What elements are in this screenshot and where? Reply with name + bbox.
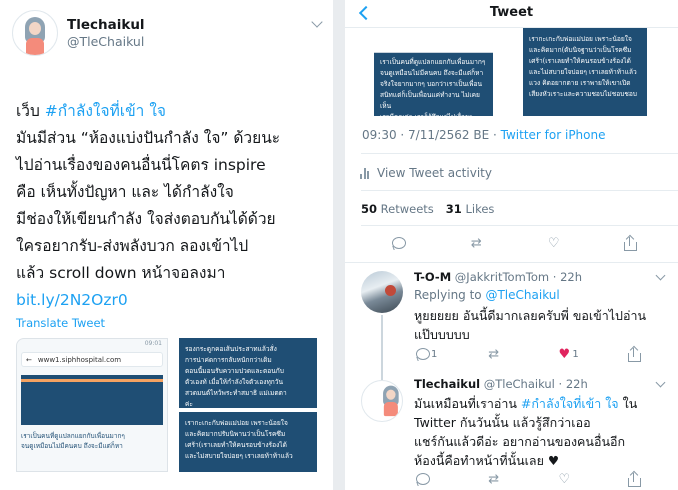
reply-handle-time[interactable]: @TleChaikul · 22h	[484, 377, 588, 391]
tweet-line: ใครอยากรับ-ส่งพลังบวก ลองเข้าไป	[16, 237, 249, 255]
reply-text: มันเหมือนที่เราอ่าน #กำลังใจที่เข้า ใจ ใ…	[414, 394, 672, 470]
url-bar: ← www1.siphhospital.com	[21, 352, 163, 367]
reply-actions: 1 ⇄ ♥ 1	[414, 345, 644, 363]
reply-handle-time[interactable]: @JakkritTomTom · 22h	[455, 270, 582, 284]
reply-tweet[interactable]: T-O-M @JakkritTomTom · 22h Replying to @…	[345, 262, 678, 368]
author-handle: @TleChaikul	[67, 33, 145, 49]
reply-text-part: มันเหมือนที่เราอ่าน	[414, 396, 521, 411]
tweet-actions: ⇄ ♡	[390, 234, 640, 252]
tweet-text: เว็บ #กำลังใจที่เข้า ใจ มันมีส่วน “ห้องแ…	[16, 71, 321, 314]
reply-actions: ⇄ ♡	[414, 470, 644, 488]
tweet-datetime: 09:30 · 7/11/2562 BE ·	[362, 128, 501, 142]
reply-header: T-O-M @JakkritTomTom · 22h	[414, 270, 582, 284]
tweet-image-2[interactable]: รองกระดูกคอเส้นประสาทแล้วสั่ง การน่าค่ดก…	[179, 338, 317, 472]
reply-author-name[interactable]: Tlechaikul	[414, 377, 480, 391]
status-time: 09:01	[144, 340, 162, 347]
share-icon[interactable]	[626, 345, 644, 363]
reply-count: 1	[431, 349, 438, 360]
tweet-image-2[interactable]: เรากะเกะกับพ่อแม่บ่อย เพราะน้อยใจ และคิด…	[523, 28, 647, 116]
tweet-source-link[interactable]: Twitter for iPhone	[501, 128, 606, 142]
divider	[361, 190, 678, 191]
reply-text: หูยยยยย อันนี้ดีมากเลยครับพี่ ขอเข้าไปอ่…	[414, 308, 647, 342]
back-arrow-icon: ←	[26, 355, 32, 364]
image-card-text: รองกระดูกคอเส้นประสาทแล้วสั่ง การน่าค่ดก…	[179, 338, 317, 408]
reply-header: Tlechaikul @TleChaikul · 22h	[414, 377, 588, 391]
tweet-stats: 50 Retweets 31 Likes	[361, 202, 494, 216]
tweet-line: มีช่องให้เขียนกำลัง ใจส่งตอบกันได้ด้วย	[16, 210, 276, 228]
divider	[361, 153, 678, 154]
tweet-image-1[interactable]: เราเป็นคนที่ดูแปลกแยกกับเพื่อนมากๆ จนดูเ…	[374, 28, 493, 116]
avatar[interactable]	[361, 380, 403, 422]
bar-chart-icon	[360, 167, 369, 179]
reply-icon[interactable]: 1	[414, 347, 437, 363]
tweet-detail-right: Tweet เราเป็นคนที่ดูแปลกแยกกับเพื่อนมากๆ…	[345, 0, 678, 490]
replying-to: Replying to @TleChaikul	[414, 288, 560, 302]
thread-line	[381, 315, 383, 368]
liked-heart-icon[interactable]: ♥ 1	[555, 347, 578, 363]
url-text: www1.siphhospital.com	[37, 355, 122, 364]
chevron-down-icon[interactable]	[311, 16, 323, 28]
replying-handle-link[interactable]: @TleChaikul	[485, 288, 559, 302]
view-tweet-activity[interactable]: View Tweet activity	[360, 166, 492, 180]
reply-author-name[interactable]: T-O-M	[414, 270, 451, 284]
tweet-author[interactable]: Tlechaikul @TleChaikul	[12, 10, 145, 56]
screenshot: Tlechaikul @TleChaikul เว็บ #กำลังใจที่เ…	[0, 0, 678, 490]
replying-label: Replying to	[414, 288, 486, 302]
nav-bar: Tweet	[345, 0, 678, 28]
tweet-line: แล้ว scroll down หน้าจอลงมา	[16, 264, 226, 282]
likes-count[interactable]: 31	[446, 202, 462, 216]
chevron-down-icon[interactable]	[655, 377, 666, 388]
tweet-image-1[interactable]: 09:01 ← www1.siphhospital.com เราเป็นคนท…	[16, 338, 168, 472]
retweet-icon[interactable]: ⇄	[485, 347, 503, 363]
translate-tweet-link[interactable]: Translate Tweet	[16, 316, 105, 330]
tweet-detail-left: Tlechaikul @TleChaikul เว็บ #กำลังใจที่เ…	[0, 0, 333, 490]
image-card-text: เรากะเกะกับพ่อแม่บ่อย เพราะน้อยใจ และคิด…	[179, 412, 317, 472]
like-icon[interactable]: ♡	[545, 236, 563, 252]
avatar[interactable]	[12, 10, 58, 56]
thread-line	[381, 368, 383, 380]
tweet-line: คือ เห็นทั้งปัญหา และ ได้กำลังใจ	[16, 183, 234, 201]
tweet-line: มันมีส่วน “ห้องแบ่งปันกำลัง ใจ” ด้วยนะ	[16, 129, 281, 147]
retweets-count[interactable]: 50	[361, 202, 377, 216]
tweet-link[interactable]: bit.ly/2N2Ozr0	[16, 291, 128, 309]
image-text: เราเป็นคนที่ดูแปลกแยกกับเพื่อนมากๆ จนดูเ…	[21, 432, 125, 450]
image-banner	[21, 375, 163, 425]
hashtag-link[interactable]: #กำลังใจที่เข้า ใจ	[521, 396, 619, 411]
like-icon[interactable]: ♡	[555, 472, 573, 488]
reply-icon[interactable]	[390, 236, 408, 252]
share-icon[interactable]	[622, 234, 640, 252]
like-count: 1	[572, 349, 579, 360]
tweet-line: เว็บ	[16, 102, 45, 120]
divider	[361, 225, 678, 226]
chevron-down-icon[interactable]	[655, 270, 666, 281]
tweet-line: ไปอ่านเรื่องของคนอื่นนี่โคตร inspire	[16, 156, 266, 174]
likes-label[interactable]: Likes	[465, 202, 494, 216]
share-icon[interactable]	[626, 470, 644, 488]
hashtag-link[interactable]: #กำลังใจที่เข้า ใจ	[45, 102, 166, 120]
author-name: Tlechaikul	[67, 16, 145, 33]
retweet-icon[interactable]: ⇄	[467, 236, 485, 252]
tweet-timestamp: 09:30 · 7/11/2562 BE · Twitter for iPhon…	[362, 128, 606, 142]
reply-icon[interactable]	[414, 472, 432, 488]
page-title: Tweet	[489, 5, 534, 20]
activity-label: View Tweet activity	[377, 166, 492, 180]
retweet-icon[interactable]: ⇄	[485, 472, 503, 488]
retweets-label[interactable]: Retweets	[381, 202, 434, 216]
avatar[interactable]	[361, 271, 403, 313]
reply-tweet[interactable]: Tlechaikul @TleChaikul · 22h มันเหมือนที…	[345, 368, 678, 490]
